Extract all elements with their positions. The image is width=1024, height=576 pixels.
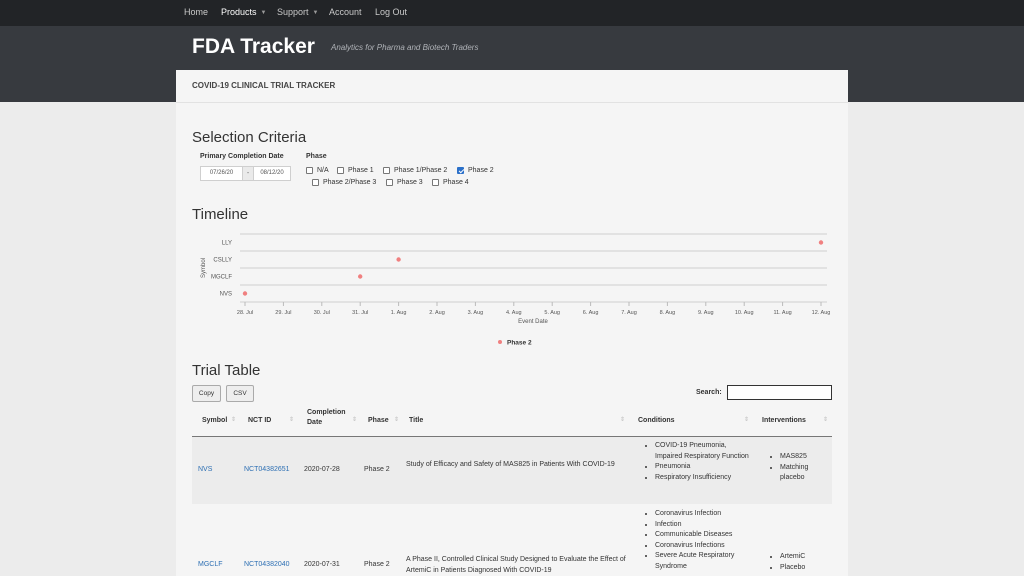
y-tick-label: CSLLY xyxy=(213,258,232,264)
condition-item: Communicable Diseases xyxy=(655,530,754,541)
x-tick-label: 30. Jul xyxy=(314,310,330,316)
nav-products-label: Products xyxy=(221,7,257,17)
x-axis-title: Event Date xyxy=(518,319,548,325)
y-tick-label: LLY xyxy=(222,241,232,247)
x-tick-label: 10. Aug xyxy=(735,310,754,316)
x-tick-label: 7. Aug xyxy=(621,310,637,316)
phase-cell: Phase 2 xyxy=(364,561,390,568)
sort-icon: ⇕ xyxy=(620,417,626,423)
col-header-conditions[interactable]: Conditions xyxy=(638,416,675,426)
nct-id-link[interactable]: NCT04382040 xyxy=(244,560,290,571)
condition-item: Coronavirus Infections xyxy=(655,541,754,552)
top-navbar: Home Products ▼ Support ▼ Account Log Out xyxy=(0,0,1024,26)
nav-support-label: Support xyxy=(277,7,309,17)
condition-item: Severe Acute Respiratory Syndrome xyxy=(655,551,754,572)
symbol-link[interactable]: MGCLF xyxy=(198,560,223,571)
table-row: NVS NCT04382651 2020-07-28 Phase 2 Study… xyxy=(192,437,832,504)
search-label: Search: xyxy=(696,389,722,396)
search-input[interactable] xyxy=(727,385,832,400)
nav-home[interactable]: Home xyxy=(184,7,208,17)
nav-account[interactable]: Account xyxy=(329,7,362,17)
title-cell: A Phase II, Controlled Clinical Study De… xyxy=(406,556,626,574)
data-point xyxy=(242,291,248,296)
timeline-chart: LLY CSLLY MGCLF NVS Symbol 28. Jul 29. Jul 30. … xyxy=(201,233,831,347)
title-cell: Study of Efficacy and Safety of MAS825 i… xyxy=(406,461,615,468)
sort-icon: ⇕ xyxy=(231,417,237,423)
csv-button[interactable]: CSV xyxy=(226,385,254,402)
x-tick-label: 29. Jul xyxy=(275,310,291,316)
interventions-cell: MAS825 Matching placebo xyxy=(769,452,824,484)
main-content: COVID-19 CLINICAL TRIAL TRACKER Selectio… xyxy=(176,70,848,576)
data-point xyxy=(358,274,363,279)
x-tick-label: 11. Aug xyxy=(773,310,791,316)
x-tick-label: 5. Aug xyxy=(544,310,560,316)
condition-item: Respiratory Insufficiency xyxy=(655,473,754,484)
col-header-phase[interactable]: Phase xyxy=(368,416,389,426)
nav-support[interactable]: Support ▼ xyxy=(277,7,318,17)
y-tick-label: NVS xyxy=(220,292,232,298)
col-header-interventions[interactable]: Interventions xyxy=(762,416,806,426)
x-tick-label: 31. Jul xyxy=(352,310,368,316)
phase-cell: Phase 2 xyxy=(364,466,390,473)
data-point xyxy=(396,257,401,262)
condition-item: COVID-19 Pneumonia, Impaired Respiratory… xyxy=(655,441,754,462)
sort-icon: ⇕ xyxy=(394,417,400,423)
completion-date-cell: 2020-07-28 xyxy=(304,466,340,473)
col-header-line: Date xyxy=(307,419,323,426)
intervention-item: ArtemiC xyxy=(780,552,824,563)
x-tick-label: 3. Aug xyxy=(468,310,484,316)
data-point xyxy=(818,240,824,245)
x-tick-label: 9. Aug xyxy=(698,310,714,316)
brand-subtitle: Analytics for Pharma and Biotech Traders xyxy=(331,43,479,52)
conditions-cell: Coronavirus Infection Infection Communic… xyxy=(644,509,754,572)
sort-icon: ⇕ xyxy=(823,417,829,423)
trial-table-heading: Trial Table xyxy=(192,362,261,379)
condition-item: Infection xyxy=(655,520,754,531)
col-header-nct-id[interactable]: NCT ID xyxy=(248,416,271,426)
sort-icon: ⇕ xyxy=(352,417,358,423)
y-axis-title: Symbol xyxy=(201,258,207,278)
sort-icon: ⇕ xyxy=(289,417,295,423)
x-tick-label: 4. Aug xyxy=(506,310,522,316)
brand-title[interactable]: FDA Tracker xyxy=(192,35,315,59)
x-tick-label: 2. Aug xyxy=(429,310,445,316)
col-header-completion-date[interactable]: Completion Date xyxy=(307,408,346,428)
copy-button[interactable]: Copy xyxy=(192,385,221,402)
x-tick-label: 28. Jul xyxy=(237,310,253,316)
x-tick-label: 12. Aug xyxy=(812,310,831,316)
sort-icon: ⇕ xyxy=(744,417,750,423)
legend-marker xyxy=(498,340,502,344)
col-header-title[interactable]: Title xyxy=(409,416,423,426)
legend-label: Phase 2 xyxy=(507,340,532,347)
col-header-line: Completion xyxy=(307,409,346,416)
x-tick-label: 1. Aug xyxy=(391,310,407,316)
caret-down-icon: ▼ xyxy=(260,10,267,16)
interventions-cell: ArtemiC Placebo xyxy=(769,552,824,573)
intervention-item: Matching placebo xyxy=(780,463,824,484)
intervention-item: Placebo xyxy=(780,563,824,574)
condition-item: Coronavirus Infection xyxy=(655,509,754,520)
x-tick-label: 6. Aug xyxy=(583,310,599,316)
nct-id-link[interactable]: NCT04382651 xyxy=(244,465,290,476)
caret-down-icon: ▼ xyxy=(312,10,319,16)
x-tick-label: 8. Aug xyxy=(660,310,676,316)
condition-item: Pneumonia xyxy=(655,462,754,473)
col-header-symbol[interactable]: Symbol xyxy=(202,416,227,426)
y-tick-label: MGCLF xyxy=(211,275,232,281)
symbol-link[interactable]: NVS xyxy=(198,465,212,476)
nav-logout[interactable]: Log Out xyxy=(375,7,407,17)
nav-products[interactable]: Products ▼ xyxy=(221,7,266,17)
table-row: MGCLF NCT04382040 2020-07-31 Phase 2 A P… xyxy=(192,504,832,576)
conditions-cell: COVID-19 Pneumonia, Impaired Respiratory… xyxy=(644,441,754,483)
intervention-item: MAS825 xyxy=(780,452,824,463)
completion-date-cell: 2020-07-31 xyxy=(304,561,340,568)
